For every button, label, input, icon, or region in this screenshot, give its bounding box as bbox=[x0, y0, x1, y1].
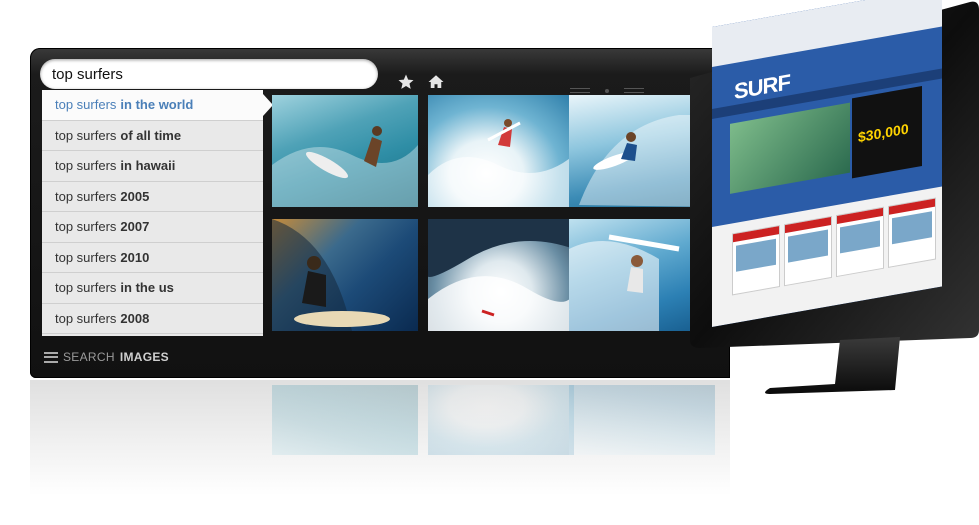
image-thumbnail[interactable] bbox=[272, 219, 418, 331]
images-label: IMAGES bbox=[119, 350, 169, 364]
suggestion-suffix: in hawaii bbox=[120, 158, 176, 174]
suggestion-suffix: in the us bbox=[120, 280, 174, 296]
grip-handle-left[interactable] bbox=[570, 88, 590, 93]
website-card bbox=[888, 197, 936, 268]
search-images-button[interactable]: SEARCH IMAGES bbox=[44, 350, 169, 364]
search-label: SEARCH bbox=[63, 350, 115, 364]
suggestion-list: top surfers in the world top surfers of al… bbox=[42, 90, 273, 336]
search-box[interactable] bbox=[40, 59, 378, 89]
suggestion-item[interactable]: top surfers 2005 bbox=[42, 182, 263, 212]
website-card bbox=[732, 225, 780, 296]
website-card bbox=[784, 215, 832, 287]
suggestion-suffix: of all time bbox=[120, 127, 182, 143]
suggestion-prefix: top surfers bbox=[55, 310, 117, 326]
grip-handle-right[interactable] bbox=[624, 88, 644, 93]
suggestion-item[interactable]: top surfers of all time bbox=[42, 121, 263, 151]
menu-icon bbox=[44, 351, 58, 363]
star-icon[interactable] bbox=[396, 72, 416, 92]
suggestion-prefix: top surfers bbox=[55, 127, 117, 143]
suggestion-item[interactable]: top surfers 2007 bbox=[42, 212, 263, 243]
reflection-thumbnail bbox=[272, 385, 418, 455]
suggestion-item[interactable]: top surfers in the us bbox=[42, 273, 263, 304]
reflection-thumbnail bbox=[428, 385, 574, 455]
suggestion-item[interactable]: top surfers 2008 bbox=[42, 304, 263, 334]
suggestion-suffix: 2008 bbox=[120, 310, 150, 326]
suggestion-item[interactable]: top surfers in the world bbox=[42, 90, 273, 121]
website-card bbox=[836, 206, 884, 278]
image-thumbnail[interactable] bbox=[272, 95, 418, 207]
reflection-thumbnail bbox=[569, 385, 715, 455]
search-input[interactable] bbox=[40, 64, 364, 84]
suggestion-item[interactable]: top surfers in hawaii bbox=[42, 151, 263, 182]
monitor-screen: SURF $30,000 bbox=[712, 0, 942, 328]
suggestion-prefix: top surfers bbox=[55, 280, 117, 296]
image-thumbnail[interactable] bbox=[428, 95, 574, 207]
suggestion-suffix: 2010 bbox=[120, 249, 150, 265]
suggestion-suffix: 2005 bbox=[120, 188, 150, 204]
suggestion-prefix: top surfers bbox=[55, 249, 117, 265]
suggestion-item[interactable]: top surfers 2010 bbox=[42, 243, 263, 273]
home-icon[interactable] bbox=[426, 72, 446, 92]
image-thumbnail[interactable] bbox=[428, 219, 574, 331]
grip-dot bbox=[605, 89, 609, 93]
suggestion-suffix: 2007 bbox=[120, 219, 150, 235]
suggestion-suffix: in the world bbox=[120, 97, 194, 113]
suggestion-prefix: top surfers bbox=[55, 97, 117, 113]
website-hero-image bbox=[730, 102, 850, 194]
suggestion-prefix: top surfers bbox=[55, 188, 117, 204]
suggestion-prefix: top surfers bbox=[55, 158, 117, 174]
suggestion-prefix: top surfers bbox=[55, 219, 117, 235]
